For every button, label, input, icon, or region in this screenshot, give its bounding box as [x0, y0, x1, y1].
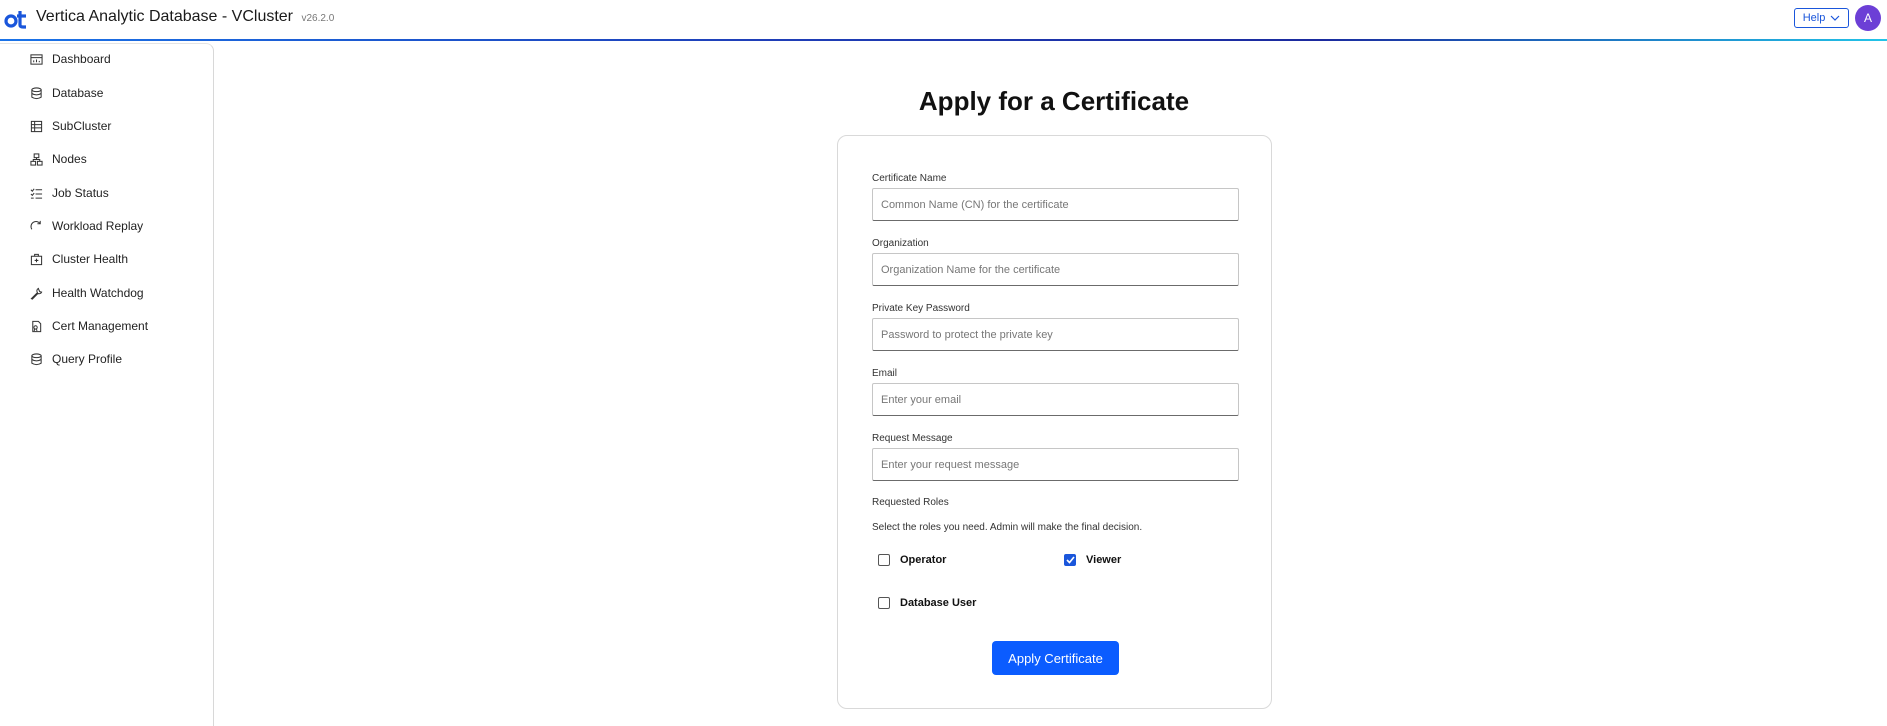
sidebar-item-label: SubCluster — [52, 119, 112, 133]
sidebar: Dashboard Database SubCluster Nodes Job … — [0, 43, 214, 726]
vertica-logo-icon — [4, 11, 26, 29]
sidebar-item-label: Dashboard — [52, 52, 111, 66]
database-user-checkbox[interactable] — [878, 597, 890, 609]
certificate-name-input[interactable] — [872, 188, 1239, 221]
requested-roles-help: Select the roles you need. Admin will ma… — [872, 522, 1143, 533]
organization-input[interactable] — [872, 253, 1239, 286]
sidebar-item-cluster-health[interactable]: Cluster Health — [30, 247, 128, 271]
organization-label: Organization — [872, 238, 929, 249]
dashboard-icon — [30, 53, 43, 65]
sidebar-item-subcluster[interactable]: SubCluster — [30, 114, 111, 138]
private-key-password-input[interactable] — [872, 318, 1239, 351]
private-key-password-label: Private Key Password — [872, 303, 970, 314]
checkmark-icon — [1065, 556, 1075, 564]
app-title-text: Vertica Analytic Database - VCluster — [36, 8, 294, 25]
sidebar-item-label: Cluster Health — [52, 252, 129, 266]
apply-certificate-button[interactable]: Apply Certificate — [992, 641, 1119, 675]
role-label: Viewer — [1086, 554, 1122, 566]
sidebar-item-cert-management[interactable]: Cert Management — [30, 314, 148, 338]
requested-roles-title: Requested Roles — [872, 497, 949, 508]
subcluster-icon — [30, 120, 43, 132]
operator-checkbox[interactable] — [878, 554, 890, 566]
certificate-icon — [32, 320, 42, 332]
email-input[interactable] — [872, 383, 1239, 416]
wrench-icon — [30, 287, 43, 300]
sidebar-item-job-status[interactable]: Job Status — [30, 181, 109, 205]
sidebar-item-label: Nodes — [52, 152, 87, 166]
sidebar-item-label: Query Profile — [52, 352, 123, 366]
replay-icon — [30, 220, 41, 230]
app-title: Vertica Analytic Database - VCluster v26… — [36, 8, 334, 26]
page-title: Apply for a Certificate — [918, 86, 1190, 116]
help-label: Help — [1802, 12, 1826, 24]
role-operator[interactable]: Operator — [878, 554, 946, 566]
sidebar-item-workload-replay[interactable]: Workload Replay — [30, 214, 143, 238]
sidebar-item-query-profile[interactable]: Query Profile — [30, 347, 122, 371]
sidebar-item-database[interactable]: Database — [30, 81, 103, 105]
nodes-icon — [30, 152, 43, 166]
job-status-icon — [30, 188, 43, 199]
chevron-down-icon — [1830, 15, 1840, 21]
sidebar-item-label: Cert Management — [52, 319, 149, 333]
app-version: v26.2.0 — [301, 13, 335, 24]
sidebar-item-label: Job Status — [52, 186, 109, 200]
certificate-name-label: Certificate Name — [872, 173, 947, 184]
cluster-health-icon — [30, 253, 43, 265]
sidebar-item-label: Health Watchdog — [52, 286, 144, 300]
user-avatar[interactable]: A — [1855, 5, 1881, 31]
role-label: Database User — [900, 597, 977, 609]
certificate-form-card: Certificate Name Organization Private Ke… — [837, 135, 1272, 709]
request-message-label: Request Message — [872, 433, 953, 444]
sidebar-item-label: Database — [52, 86, 104, 100]
database-icon — [31, 86, 42, 99]
query-profile-icon — [31, 352, 42, 365]
request-message-input[interactable] — [872, 448, 1239, 481]
header-divider — [0, 39, 1887, 41]
avatar-initial: A — [1863, 11, 1872, 25]
sidebar-item-dashboard[interactable]: Dashboard — [30, 47, 111, 71]
role-label: Operator — [900, 554, 947, 566]
role-viewer[interactable]: Viewer — [1064, 554, 1121, 566]
sidebar-item-health-watchdog[interactable]: Health Watchdog — [30, 281, 144, 305]
viewer-checkbox[interactable] — [1064, 554, 1076, 566]
app-header: Vertica Analytic Database - VCluster v26… — [0, 0, 1887, 41]
help-menu-button[interactable]: Help — [1794, 8, 1849, 28]
email-label: Email — [872, 368, 898, 379]
role-database-user[interactable]: Database User — [878, 597, 976, 609]
sidebar-item-label: Workload Replay — [52, 219, 144, 233]
sidebar-item-nodes[interactable]: Nodes — [30, 147, 87, 171]
